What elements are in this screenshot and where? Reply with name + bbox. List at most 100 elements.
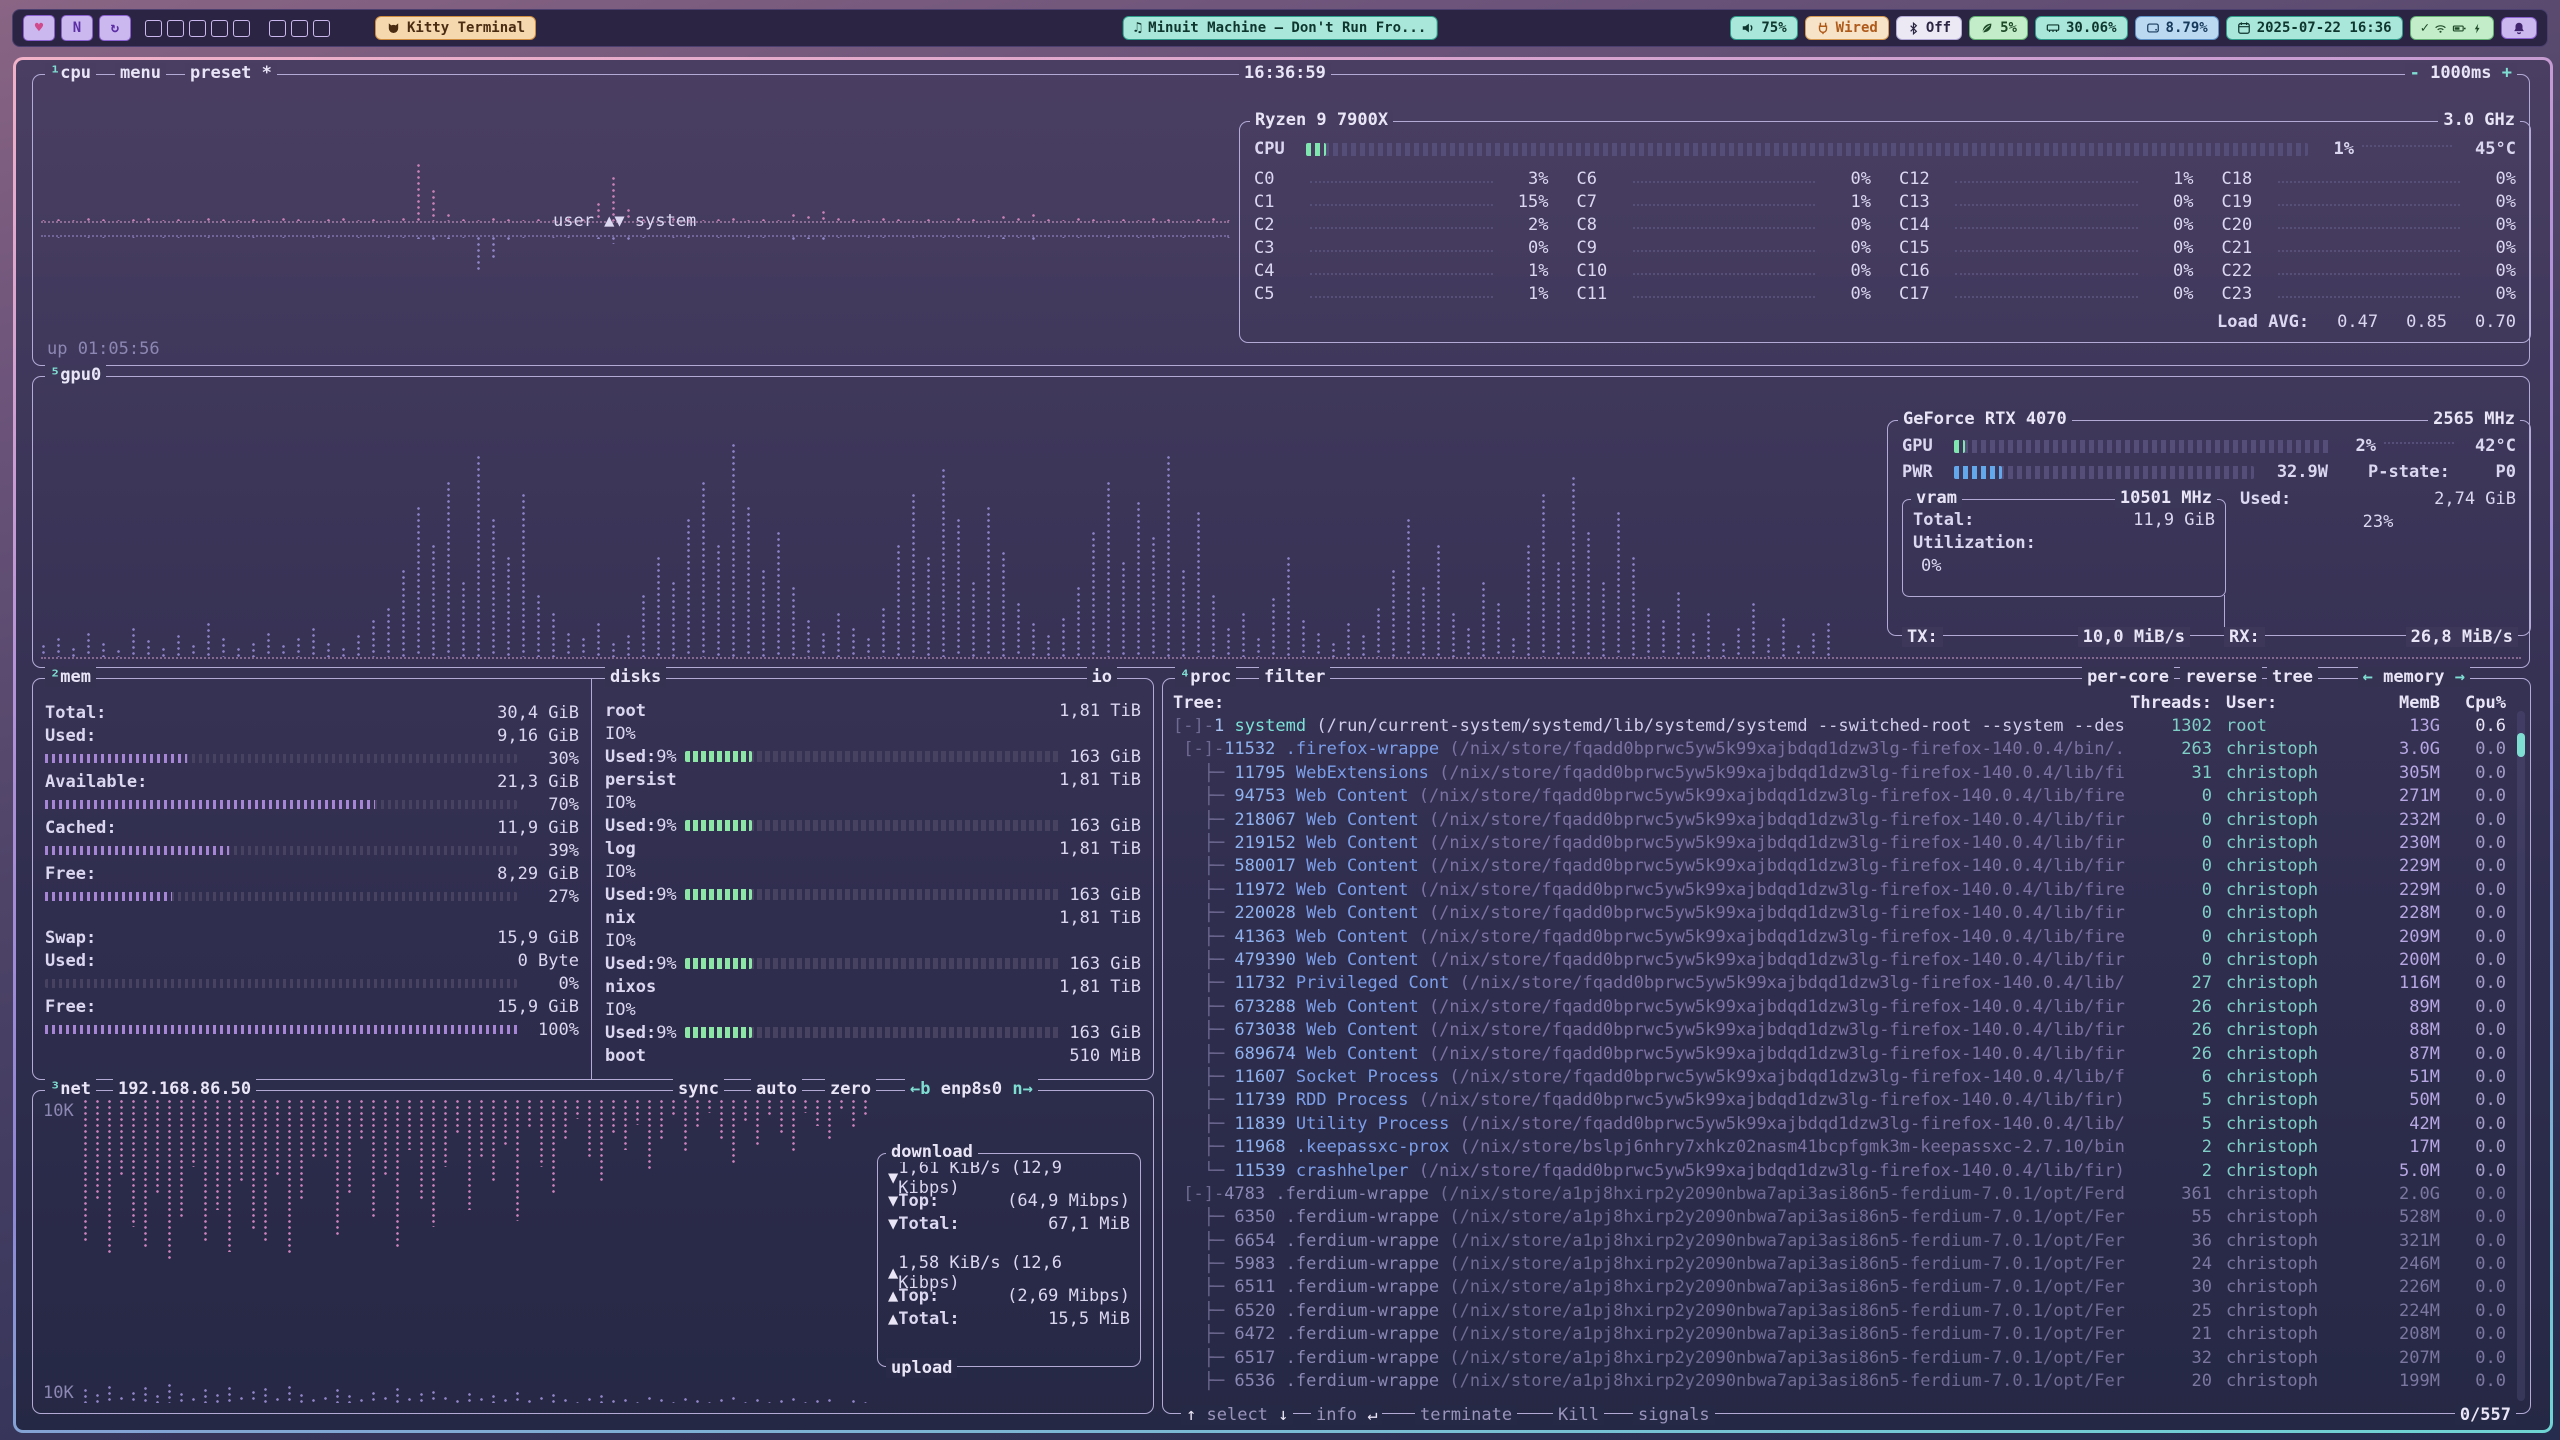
process-row[interactable]: ├─ 5983 .ferdium-wrappe (/nix/store/a1pj… bbox=[1173, 1252, 2524, 1275]
bluetooth-button[interactable]: Off bbox=[1896, 16, 1962, 40]
clock-button[interactable]: 2025-07-22 16:36 bbox=[2226, 16, 2403, 40]
graph-column bbox=[395, 1387, 401, 1403]
process-row[interactable]: ├─ 580017 Web Content (/nix/store/fqadd0… bbox=[1173, 855, 2524, 878]
media-player-button[interactable]: ♫ Minuit Machine – Don't Run Fro... bbox=[1123, 16, 1438, 40]
process-row[interactable]: ├─ 479390 Web Content (/nix/store/fqadd0… bbox=[1173, 948, 2524, 971]
process-row[interactable]: ├─ 11839 Utility Process (/nix/store/fqa… bbox=[1173, 1112, 2524, 1135]
workspace-button[interactable] bbox=[233, 20, 250, 37]
proc-signals-button[interactable]: signals bbox=[1633, 1405, 1715, 1425]
notifications-button[interactable] bbox=[2501, 17, 2537, 39]
graph-column bbox=[1646, 607, 1653, 657]
process-row[interactable]: ├─ 94753 Web Content (/nix/store/fqadd0b… bbox=[1173, 785, 2524, 808]
interval-minus-button[interactable]: - bbox=[2410, 63, 2420, 83]
process-row[interactable]: └─ 11539 crashhelper (/nix/store/fqadd0b… bbox=[1173, 1159, 2524, 1182]
graph-column bbox=[266, 632, 273, 657]
mem-stat-row: Cached:11,9 GiB bbox=[45, 816, 579, 839]
proc-tree-button[interactable]: tree bbox=[2267, 667, 2318, 687]
graph-column bbox=[1706, 612, 1713, 657]
process-scrollbar[interactable] bbox=[2517, 711, 2525, 1401]
net-sync-button[interactable]: sync bbox=[673, 1079, 724, 1099]
graph-column bbox=[1211, 217, 1218, 221]
proc-terminate-button[interactable]: terminate bbox=[1415, 1405, 1517, 1425]
process-row[interactable]: ├─ 11607 Socket Process (/nix/store/fqad… bbox=[1173, 1065, 2524, 1088]
preset-button[interactable]: preset * bbox=[185, 63, 277, 83]
process-row[interactable]: ├─ 220028 Web Content (/nix/store/fqadd0… bbox=[1173, 902, 2524, 925]
net-stat-row: ▼ Top:(64,9 Mibps) bbox=[888, 1189, 1130, 1212]
process-row[interactable]: ├─ 6654 .ferdium-wrappe (/nix/store/a1pj… bbox=[1173, 1229, 2524, 1252]
process-row[interactable]: ├─ 673038 Web Content (/nix/store/fqadd0… bbox=[1173, 1018, 2524, 1041]
workspace-button[interactable] bbox=[145, 20, 162, 37]
mem-stat-row: Swap:15,9 GiB bbox=[45, 926, 579, 949]
process-scrollbar-thumb[interactable] bbox=[2517, 733, 2525, 757]
process-row[interactable]: ├─ 6536 .ferdium-wrappe (/nix/store/a1pj… bbox=[1173, 1369, 2524, 1392]
process-info: ├─ 220028 Web Content (/nix/store/fqadd0… bbox=[1173, 903, 2126, 923]
proc-info-button[interactable]: info ↵ bbox=[1311, 1405, 1382, 1425]
net-zero-button[interactable]: zero bbox=[825, 1079, 876, 1099]
mem-meter bbox=[45, 892, 517, 901]
graph-column bbox=[311, 627, 318, 657]
paw-button[interactable]: ♥ bbox=[23, 15, 55, 41]
graph-column bbox=[821, 210, 828, 221]
proc-sort-selector[interactable]: ← memory → bbox=[2358, 667, 2470, 687]
process-row[interactable]: ├─ 6472 .ferdium-wrappe (/nix/store/a1pj… bbox=[1173, 1323, 2524, 1346]
graph-column bbox=[1151, 236, 1158, 238]
net-interface-switcher[interactable]: ←b enp8s0 n→ bbox=[905, 1079, 1038, 1099]
proc-per-core-button[interactable]: per-core bbox=[2082, 667, 2174, 687]
nix-button[interactable]: N bbox=[61, 15, 93, 41]
process-row[interactable]: ├─ 218067 Web Content (/nix/store/fqadd0… bbox=[1173, 808, 2524, 831]
disks-io-button[interactable]: io bbox=[1087, 667, 1117, 687]
graph-column bbox=[1616, 511, 1623, 657]
process-row[interactable]: ├─ 11739 RDD Process (/nix/store/fqadd0b… bbox=[1173, 1089, 2524, 1112]
graph-column bbox=[503, 1398, 509, 1403]
power-profile-button[interactable]: 5% bbox=[1969, 16, 2028, 40]
bolt-icon bbox=[2472, 22, 2483, 35]
reload-button[interactable]: ↻ bbox=[99, 15, 131, 41]
process-row[interactable]: ├─ 41363 Web Content (/nix/store/fqadd0b… bbox=[1173, 925, 2524, 948]
process-row[interactable]: ├─ 11732 Privileged Cont (/nix/store/fqa… bbox=[1173, 972, 2524, 995]
process-row[interactable]: ├─ 219152 Web Content (/nix/store/fqadd0… bbox=[1173, 831, 2524, 854]
graph-column bbox=[539, 1099, 545, 1167]
process-row[interactable]: [-]-1 systemd (/run/current-system/syste… bbox=[1173, 714, 2524, 737]
process-row[interactable]: ├─ 11968 .keepassxc-prox (/nix/store/bsl… bbox=[1173, 1135, 2524, 1158]
graph-column bbox=[611, 1099, 617, 1133]
process-row[interactable]: ├─ 689674 Web Content (/nix/store/fqadd0… bbox=[1173, 1042, 2524, 1065]
gpu-power-meter: PWR 32.9W P-state: P0 bbox=[1902, 459, 2516, 485]
graph-column bbox=[686, 518, 693, 657]
proc-filter-button[interactable]: filter bbox=[1259, 667, 1330, 687]
workspace-button[interactable] bbox=[211, 20, 228, 37]
proc-kill-button[interactable]: Kill bbox=[1553, 1405, 1604, 1425]
process-row[interactable]: [-]-11532 .firefox-wrappe (/nix/store/fq… bbox=[1173, 738, 2524, 761]
memory-button[interactable]: 30.06% bbox=[2035, 16, 2128, 40]
system-status-cluster[interactable]: ✓ bbox=[2410, 16, 2494, 40]
proc-reverse-button[interactable]: reverse bbox=[2180, 667, 2262, 687]
process-row[interactable]: ├─ 6520 .ferdium-wrappe (/nix/store/a1pj… bbox=[1173, 1299, 2524, 1322]
interval-plus-button[interactable]: + bbox=[2502, 63, 2512, 83]
graph-column bbox=[221, 218, 228, 221]
process-row[interactable]: ├─ 11972 Web Content (/nix/store/fqadd0b… bbox=[1173, 878, 2524, 901]
workspace-button[interactable] bbox=[291, 20, 308, 37]
menu-button[interactable]: menu bbox=[115, 63, 166, 83]
cpu-graph-system bbox=[41, 236, 1231, 336]
proc-select-control[interactable]: ↑ select ↓ bbox=[1181, 1405, 1293, 1425]
process-row[interactable]: ├─ 11795 WebExtensions (/nix/store/fqadd… bbox=[1173, 761, 2524, 784]
cpu-core-row: C190% bbox=[2222, 189, 2517, 212]
volume-button[interactable]: 75% bbox=[1730, 16, 1797, 40]
process-row[interactable]: [-]-4783 .ferdium-wrappe (/nix/store/a1p… bbox=[1173, 1182, 2524, 1205]
workspace-button[interactable] bbox=[189, 20, 206, 37]
net-stat-row: ▲ 1,58 KiB/s (12,6 Kibps) bbox=[888, 1261, 1130, 1284]
process-row[interactable]: ├─ 673288 Web Content (/nix/store/fqadd0… bbox=[1173, 995, 2524, 1018]
net-auto-button[interactable]: auto bbox=[751, 1079, 802, 1099]
kitty-terminal-button[interactable]: Kitty Terminal bbox=[375, 16, 536, 40]
process-row[interactable]: ├─ 6511 .ferdium-wrappe (/nix/store/a1pj… bbox=[1173, 1276, 2524, 1299]
process-info: ├─ 11732 Privileged Cont (/nix/store/fqa… bbox=[1173, 973, 2126, 993]
disk-button[interactable]: 8.79% bbox=[2135, 16, 2219, 40]
workspace-button[interactable] bbox=[269, 20, 286, 37]
graph-column bbox=[623, 1398, 629, 1403]
net-scale-top: 10K bbox=[43, 1101, 74, 1121]
graph-column bbox=[266, 236, 273, 237]
workspace-button[interactable] bbox=[313, 20, 330, 37]
process-row[interactable]: ├─ 6350 .ferdium-wrappe (/nix/store/a1pj… bbox=[1173, 1206, 2524, 1229]
network-button[interactable]: Wired bbox=[1805, 16, 1889, 40]
process-row[interactable]: ├─ 6517 .ferdium-wrappe (/nix/store/a1pj… bbox=[1173, 1346, 2524, 1369]
workspace-button[interactable] bbox=[167, 20, 184, 37]
